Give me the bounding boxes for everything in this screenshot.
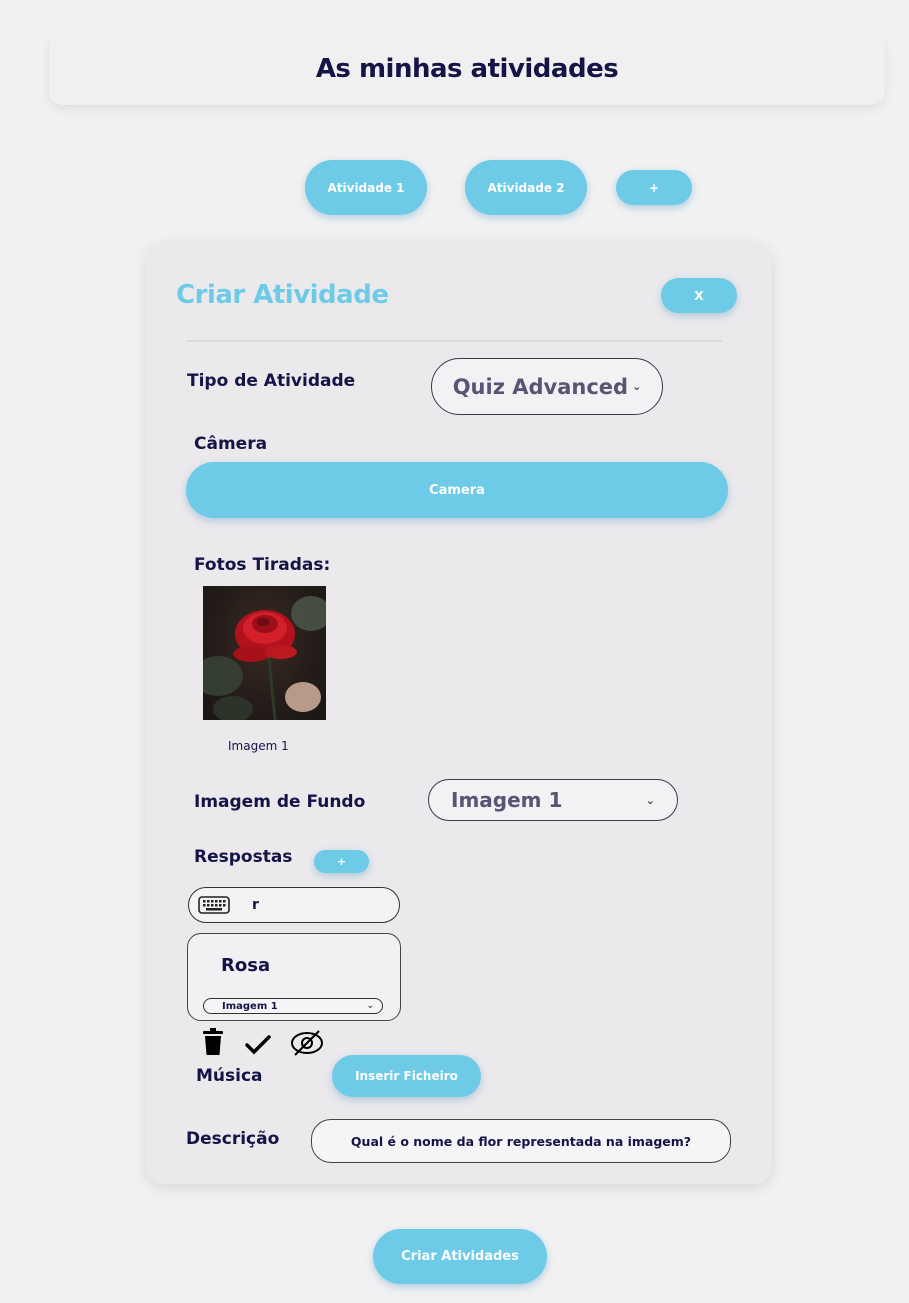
divider (186, 340, 722, 342)
photo-thumbnail[interactable] (203, 586, 326, 720)
background-image-value: Imagem 1 (451, 788, 563, 812)
photos-label: Fotos Tiradas: (194, 555, 331, 575)
add-activity-button[interactable]: + (616, 170, 692, 205)
answer-card[interactable]: Rosa Imagem 1 ⌄ (187, 933, 401, 1021)
answers-label: Respostas (194, 847, 293, 867)
answer-input[interactable]: r (188, 887, 400, 923)
answer-text: Rosa (221, 955, 271, 976)
answer-input-value: r (252, 897, 259, 913)
camera-button[interactable]: Camera (186, 462, 728, 518)
trash-icon[interactable] (201, 1028, 225, 1056)
description-input[interactable]: Qual é o nome da flor representada na im… (311, 1119, 731, 1163)
eye-off-icon[interactable] (289, 1029, 325, 1057)
photo-caption: Imagem 1 (228, 739, 289, 753)
create-activity-panel: Criar Atividade X Tipo de Atividade Quiz… (146, 242, 772, 1184)
background-image-label: Imagem de Fundo (194, 792, 366, 812)
camera-label: Câmera (194, 434, 268, 454)
description-label: Descrição (186, 1129, 280, 1149)
background-image-select[interactable]: Imagem 1 ⌄ (428, 779, 678, 821)
activity-type-label: Tipo de Atividade (187, 371, 356, 391)
panel-title: Criar Atividade (176, 280, 389, 310)
page-header: As minhas atividades (49, 33, 885, 105)
create-activities-button[interactable]: Criar Atividades (373, 1229, 547, 1284)
tab-atividade-1[interactable]: Atividade 1 (305, 160, 427, 215)
page-title: As minhas atividades (315, 54, 619, 84)
rose-icon (233, 610, 297, 720)
tab-atividade-2[interactable]: Atividade 2 (465, 160, 587, 215)
chevron-down-icon: ⌄ (632, 380, 642, 393)
close-button[interactable]: X (661, 278, 737, 313)
chevron-down-icon: ⌄ (366, 1001, 374, 1011)
check-icon[interactable] (245, 1034, 271, 1056)
music-label: Música (196, 1066, 263, 1086)
insert-file-button[interactable]: Inserir Ficheiro (332, 1055, 481, 1097)
chevron-down-icon: ⌄ (645, 793, 655, 807)
keyboard-icon[interactable] (198, 895, 230, 915)
answer-image-select[interactable]: Imagem 1 ⌄ (203, 998, 383, 1014)
activity-type-value: Quiz Advanced (452, 374, 629, 399)
answer-image-value: Imagem 1 (222, 1000, 278, 1012)
activity-type-select[interactable]: Quiz Advanced ⌄ (431, 358, 663, 415)
add-answer-button[interactable]: + (314, 850, 369, 873)
